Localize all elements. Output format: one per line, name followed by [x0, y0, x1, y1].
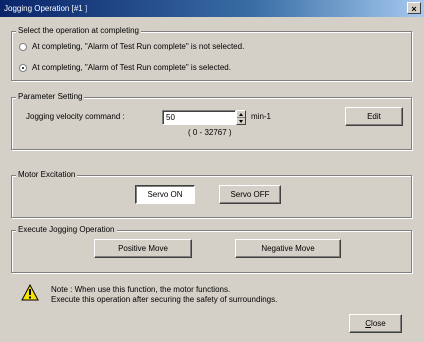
jog-legend: Execute Jogging Operation [16, 225, 117, 234]
completion-group: Select the operation at completing At co… [11, 26, 412, 81]
positive-move-button[interactable]: Positive Move [94, 239, 192, 258]
spin-down-icon [239, 119, 243, 123]
radio-not-selected[interactable] [19, 42, 27, 51]
servo-off-button[interactable]: Servo OFF [219, 185, 281, 204]
jog-group: Execute Jogging Operation Positive Move … [11, 225, 412, 273]
parameter-group: Parameter Setting Jogging velocity comma… [11, 92, 412, 150]
negative-move-button[interactable]: Negative Move [235, 239, 341, 258]
edit-button[interactable]: Edit [345, 107, 403, 126]
velocity-label: Jogging velocity command : [26, 112, 125, 121]
title-suffix: ] [84, 4, 88, 13]
completion-legend: Select the operation at completing [16, 26, 141, 35]
parameter-legend: Parameter Setting [16, 92, 85, 101]
servo-on-button[interactable]: Servo ON [135, 185, 195, 204]
warning-icon [21, 284, 39, 301]
radio-selected[interactable] [19, 63, 27, 72]
velocity-range: ( 0 - 32767 ) [188, 128, 232, 137]
velocity-unit: min-1 [251, 112, 272, 121]
window-title: Jogging Operation [#1 ] [4, 4, 88, 13]
spin-down-button[interactable] [237, 118, 245, 125]
velocity-input[interactable]: 50 [162, 110, 236, 125]
completion-option-label-1: At completing, "Alarm of Test Run comple… [32, 42, 245, 51]
title-bar: Jogging Operation [#1 ] × [0, 0, 424, 17]
close-button[interactable]: Close [349, 314, 402, 333]
completion-option-label-2: At completing, "Alarm of Test Run comple… [32, 63, 231, 72]
velocity-spinner[interactable] [236, 110, 246, 125]
motor-group: Motor Excitation Servo ON Servo OFF [11, 170, 412, 218]
completion-option-selected[interactable]: At completing, "Alarm of Test Run comple… [19, 63, 231, 72]
window-close-button[interactable]: × [407, 2, 421, 14]
note-line-2: Execute this operation after securing th… [51, 295, 278, 304]
motor-legend: Motor Excitation [16, 170, 78, 179]
completion-option-not-selected[interactable]: At completing, "Alarm of Test Run comple… [19, 42, 244, 51]
close-label: lose [371, 319, 386, 328]
note-line-1: Note : When use this function, the motor… [51, 285, 231, 294]
spin-up-icon [239, 113, 243, 116]
